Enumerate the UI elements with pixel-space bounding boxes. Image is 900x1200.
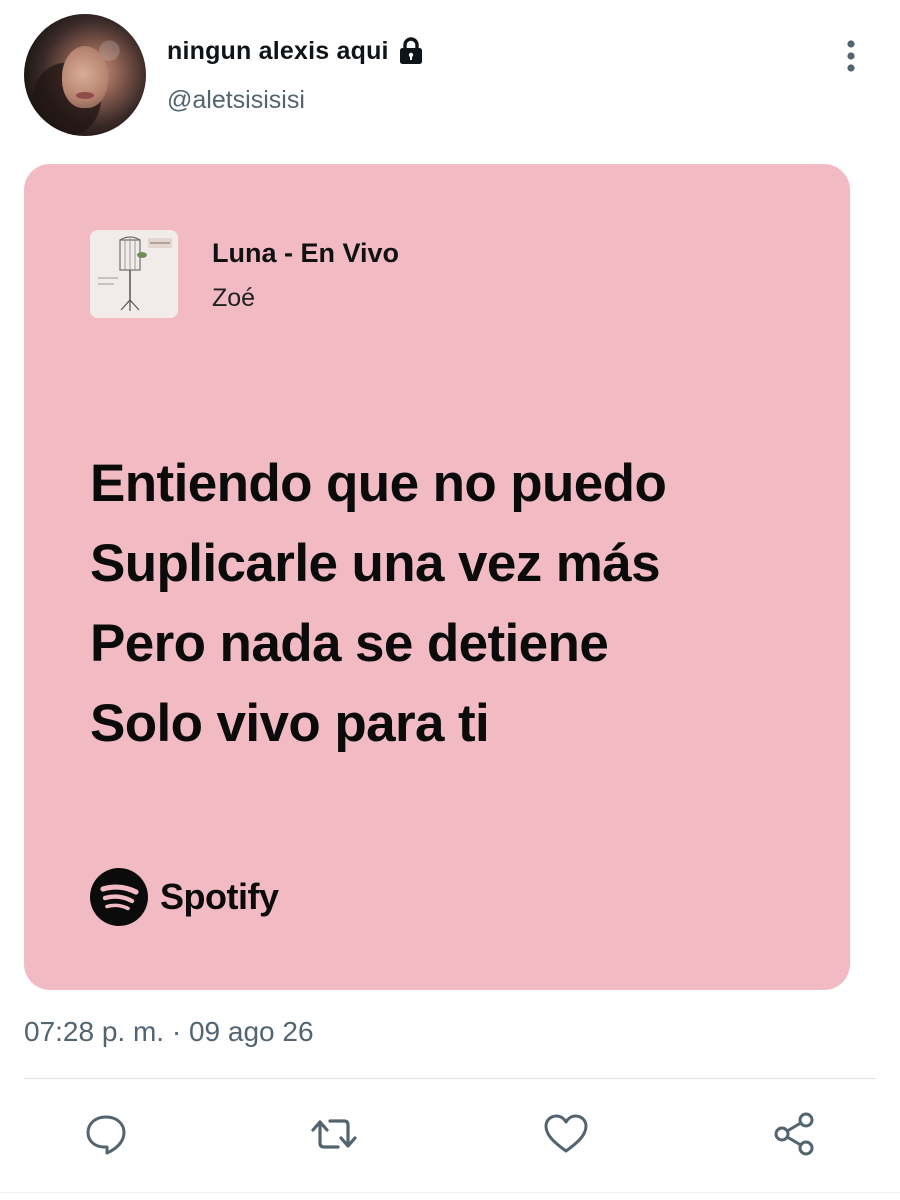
tweet-header: ningun alexis aqui @aletsisisisi xyxy=(24,14,876,138)
user-name-row[interactable]: ningun alexis aqui xyxy=(167,36,425,66)
avatar[interactable] xyxy=(24,14,146,136)
spotify-icon xyxy=(90,868,148,926)
user-handle[interactable]: @aletsisisisi xyxy=(167,86,305,115)
like-button[interactable] xyxy=(538,1106,594,1162)
retweet-button[interactable] xyxy=(306,1106,362,1162)
reply-button[interactable] xyxy=(78,1106,134,1162)
avatar-lips xyxy=(76,92,94,99)
share-button[interactable] xyxy=(766,1106,822,1162)
vertical-ellipsis-icon xyxy=(847,40,855,72)
lyrics-block: Entiendo que no puedo Suplicarle una vez… xyxy=(90,444,830,764)
heart-icon xyxy=(544,1114,588,1153)
lock-icon xyxy=(397,36,425,66)
spotify-lyrics-card[interactable]: Luna - En Vivo Zoé Entiendo que no puedo… xyxy=(24,164,850,990)
spotify-logo: Spotify xyxy=(90,868,279,926)
reply-icon xyxy=(86,1115,126,1155)
lyric-line: Solo vivo para ti xyxy=(90,694,490,753)
share-icon xyxy=(774,1112,814,1156)
more-options-button[interactable] xyxy=(836,38,866,74)
tweet-timestamp[interactable]: 07:28 p. m. · 09 ago 26 xyxy=(24,1016,314,1048)
tweet-action-bar xyxy=(24,1098,876,1178)
retweet-icon xyxy=(311,1119,357,1149)
song-title: Luna - En Vivo xyxy=(212,238,400,268)
divider xyxy=(24,1078,876,1079)
song-artist: Zoé xyxy=(212,284,256,312)
album-art xyxy=(90,230,178,318)
user-display-name[interactable]: ningun alexis aqui xyxy=(167,37,389,66)
bottom-divider xyxy=(0,1192,900,1193)
spotify-wordmark: Spotify xyxy=(160,876,279,917)
lyric-line: Suplicarle una vez más xyxy=(90,534,661,593)
lyric-line: Entiendo que no puedo xyxy=(90,454,667,513)
lyric-line: Pero nada se detiene xyxy=(90,614,609,673)
